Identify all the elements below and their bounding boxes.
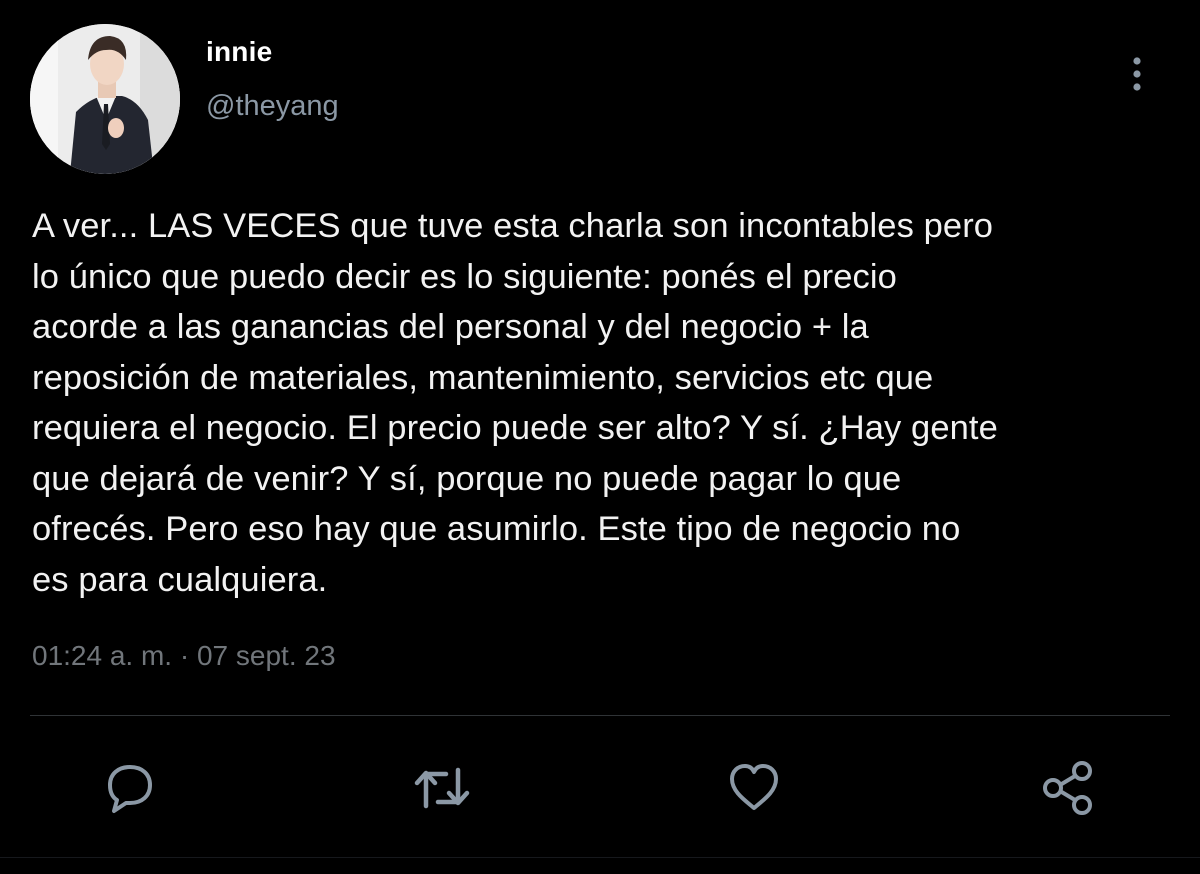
- share-icon: [1043, 761, 1092, 815]
- retweet-button[interactable]: [410, 756, 474, 820]
- heart-icon: [730, 764, 778, 810]
- more-options-icon[interactable]: [1122, 54, 1152, 94]
- display-name[interactable]: innie: [206, 36, 272, 68]
- user-handle[interactable]: @theyang: [206, 90, 339, 123]
- divider: [30, 715, 1170, 716]
- like-button[interactable]: [722, 756, 786, 820]
- avatar-photo: [30, 24, 180, 174]
- retweet-icon: [414, 767, 470, 809]
- reply-button[interactable]: [98, 756, 162, 820]
- avatar[interactable]: [30, 24, 180, 174]
- tweet-text: A ver... LAS VECES que tuve esta charla …: [32, 207, 998, 599]
- tweet-card: innie @theyang A ver... LAS VECES que tu…: [0, 0, 1200, 874]
- speech-bubble-icon: [108, 765, 152, 813]
- tweet-timestamp[interactable]: 01:24 a. m. · 07 sept. 23: [32, 640, 336, 672]
- share-button[interactable]: [1036, 756, 1100, 820]
- bottom-divider: [0, 857, 1200, 858]
